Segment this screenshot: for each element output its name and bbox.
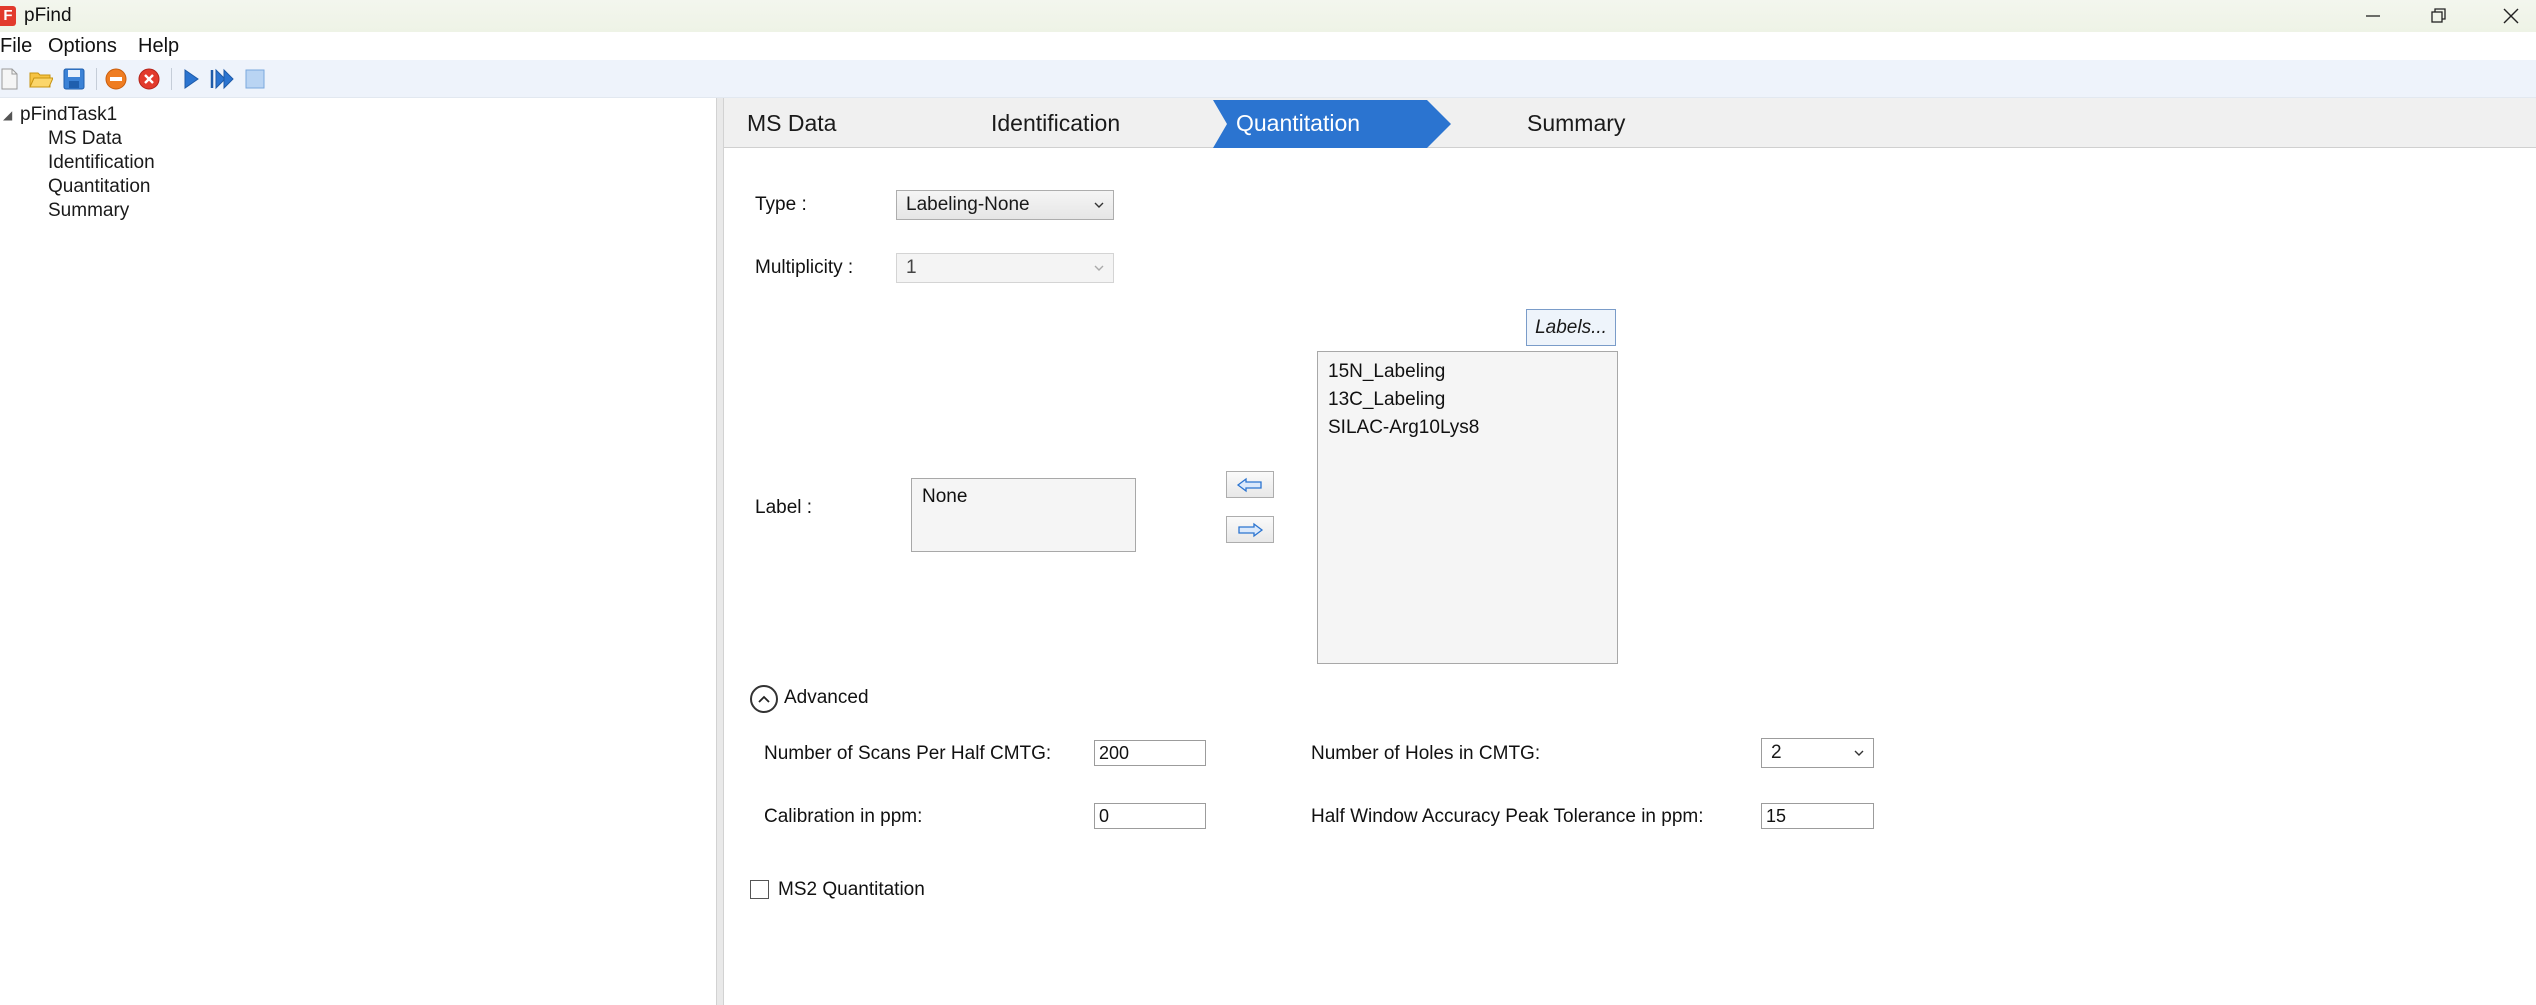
- arrow-right-icon: [1238, 522, 1264, 537]
- tree-item-task[interactable]: pFindTask1: [20, 104, 117, 126]
- open-folder-icon: [29, 72, 53, 88]
- window-title: pFind: [24, 5, 72, 26]
- ms2-quantitation-checkbox[interactable]: [750, 880, 769, 899]
- menu-help[interactable]: Help: [138, 35, 179, 58]
- tab-summary[interactable]: Summary: [1527, 98, 1625, 148]
- move-left-button[interactable]: [1226, 471, 1274, 498]
- label-label: Label :: [755, 497, 813, 518]
- close-button[interactable]: [2476, 0, 2536, 32]
- tree-item-summary[interactable]: Summary: [48, 200, 129, 222]
- chevron-down-icon: [1854, 750, 1864, 756]
- stop-icon: [105, 68, 127, 90]
- restore-button[interactable]: [2404, 0, 2474, 32]
- chevron-down-icon: [1094, 202, 1104, 208]
- step-tabs: MS Data Identification Quantitation Summ…: [724, 98, 2536, 148]
- list-item[interactable]: 15N_Labeling: [1318, 358, 1617, 386]
- open-button[interactable]: [28, 66, 54, 92]
- quantitation-panel: Type : Labeling-None Multiplicity : 1 La…: [724, 148, 2536, 1005]
- new-file-icon: [1, 68, 18, 90]
- stop-square-button[interactable]: [242, 66, 268, 92]
- move-right-button[interactable]: [1226, 516, 1274, 543]
- calibration-label: Calibration in ppm:: [764, 806, 923, 827]
- stop-button[interactable]: [103, 66, 129, 92]
- tolerance-label: Half Window Accuracy Peak Tolerance in p…: [1311, 806, 1704, 827]
- toolbar-separator: [96, 68, 97, 90]
- close-icon: [2503, 8, 2519, 24]
- minimize-button[interactable]: [2338, 0, 2408, 32]
- task-tree: ◢ pFindTask1 MS Data Identification Quan…: [0, 98, 716, 1005]
- type-label: Type :: [755, 194, 807, 215]
- save-icon: [63, 68, 85, 90]
- type-dropdown[interactable]: Labeling-None: [896, 190, 1114, 220]
- list-item[interactable]: None: [912, 483, 1135, 511]
- cancel-icon: [138, 68, 160, 90]
- chevron-up-icon: [758, 695, 770, 703]
- new-file-button[interactable]: [0, 66, 22, 92]
- selected-labels-list[interactable]: None: [911, 478, 1136, 552]
- menu-file[interactable]: File: [0, 35, 32, 58]
- menu-options[interactable]: Options: [48, 35, 117, 58]
- advanced-title: Advanced: [784, 687, 869, 708]
- run-all-button[interactable]: [210, 66, 236, 92]
- run-button[interactable]: [178, 66, 204, 92]
- advanced-toggle-button[interactable]: [750, 685, 778, 713]
- save-button[interactable]: [61, 66, 87, 92]
- labels-button[interactable]: Labels...: [1526, 309, 1616, 346]
- calibration-input[interactable]: [1094, 803, 1206, 829]
- arrow-left-icon: [1236, 477, 1262, 492]
- tab-identification[interactable]: Identification: [991, 98, 1120, 148]
- holes-dropdown[interactable]: 2: [1761, 738, 1874, 768]
- app-logo: F: [0, 6, 16, 26]
- scans-input[interactable]: [1094, 740, 1206, 766]
- chevron-down-icon: [1094, 265, 1104, 271]
- holes-value: 2: [1771, 742, 1782, 763]
- list-item[interactable]: SILAC-Arg10Lys8: [1318, 414, 1617, 442]
- panel-splitter[interactable]: [716, 98, 724, 1005]
- scans-label: Number of Scans Per Half CMTG:: [764, 743, 1052, 764]
- available-labels-list[interactable]: 15N_Labeling 13C_Labeling SILAC-Arg10Lys…: [1317, 351, 1618, 664]
- multiplicity-label: Multiplicity :: [755, 257, 854, 278]
- multiplicity-value: 1: [906, 257, 917, 278]
- title-bar: F pFind: [0, 0, 2536, 32]
- tree-item-quantitation[interactable]: Quantitation: [48, 176, 150, 198]
- run-icon: [184, 69, 199, 89]
- holes-label: Number of Holes in CMTG:: [1311, 743, 1541, 764]
- tree-item-identification[interactable]: Identification: [48, 152, 155, 174]
- run-all-icon: [210, 68, 234, 90]
- toolbar: [0, 60, 2536, 98]
- tree-item-ms-data[interactable]: MS Data: [48, 128, 122, 150]
- tab-quantitation[interactable]: Quantitation: [1236, 98, 1360, 148]
- multiplicity-dropdown[interactable]: 1: [896, 253, 1114, 283]
- tolerance-input[interactable]: [1761, 803, 1874, 829]
- list-item[interactable]: 13C_Labeling: [1318, 386, 1617, 414]
- toolbar-separator: [171, 68, 172, 90]
- minimize-icon: [2366, 15, 2380, 17]
- collapse-triangle-icon[interactable]: ◢: [3, 108, 12, 122]
- stop-square-icon: [245, 69, 265, 89]
- type-value: Labeling-None: [906, 194, 1030, 215]
- menu-bar: File Options Help: [0, 32, 2536, 60]
- restore-icon: [2431, 8, 2446, 23]
- tab-ms-data[interactable]: MS Data: [747, 98, 836, 148]
- ms2-quantitation-label: MS2 Quantitation: [778, 879, 925, 900]
- cancel-button[interactable]: [136, 66, 162, 92]
